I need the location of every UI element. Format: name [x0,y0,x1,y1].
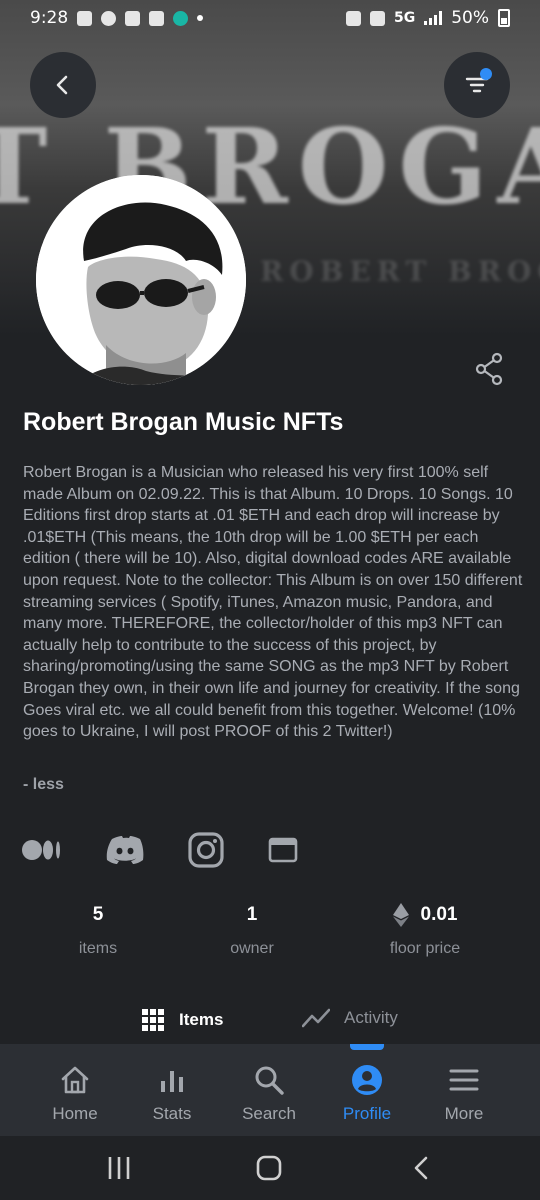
share-icon [475,352,503,386]
tab-items-label: Items [179,1010,224,1029]
owners-count: 1 [246,904,258,925]
avatar [36,175,246,385]
nav-more[interactable]: More [414,1062,514,1124]
share-button[interactable] [474,352,504,386]
battery-percent: 50% [451,8,489,28]
back-system-button[interactable] [406,1152,436,1184]
grid-icon [142,1009,164,1031]
active-tab-indicator [350,1044,384,1050]
app-notif-icon [173,10,189,26]
nav-profile-label: Profile [342,1104,392,1123]
page-title: Robert Brogan Music NFTs [23,408,344,436]
collection-stats: 5 items 1 owner 0.01 floor price [0,900,540,970]
filter-button[interactable] [444,52,510,118]
battery-icon [498,9,510,27]
nav-more-label: More [444,1104,484,1123]
menu-icon [449,1069,479,1091]
show-less-link[interactable]: - less [23,776,64,794]
home-system-button[interactable] [254,1152,284,1184]
items-label: items [78,940,118,957]
home-icon [61,1066,89,1094]
mute-icon [369,10,385,26]
floor-price-value: 0.01 [420,904,458,925]
chevron-left-icon [56,75,68,95]
owners-label: owner [230,940,274,957]
signal-icon [424,11,443,25]
discord-link[interactable] [106,830,144,870]
discord-icon [106,836,144,864]
system-navigation-bar [0,1136,540,1200]
nav-search[interactable]: Search [219,1062,319,1124]
profile-icon [352,1065,382,1095]
website-icon [268,837,298,863]
nav-profile[interactable]: Profile [317,1062,417,1124]
tab-items[interactable]: Items [141,1008,223,1032]
stat-owners: 1 owner [202,900,302,958]
avatar-photo [36,175,246,385]
floor-price-label: floor price [389,940,461,957]
nav-search-label: Search [242,1104,296,1123]
bottom-navigation: Home Stats Search Profile More [0,1044,540,1136]
back-chevron-icon [414,1156,428,1180]
nav-stats[interactable]: Stats [122,1062,222,1124]
back-button[interactable] [30,52,96,118]
tiktok-icon [125,10,141,26]
more-notifications-dot [197,15,204,21]
medium-icon [22,840,60,860]
tab-activity-label: Activity [344,1008,398,1027]
instagram-link[interactable] [188,830,224,870]
items-count: 5 [92,904,104,925]
stat-items: 5 items [48,900,148,958]
sync-icon [101,10,117,26]
nav-stats-label: Stats [152,1104,192,1123]
nav-home-label: Home [52,1104,98,1123]
recent-apps-button[interactable] [104,1152,134,1184]
ethereum-icon [392,903,409,927]
gamepad-icon [77,10,93,26]
network-label: 5G [393,10,416,26]
recent-apps-icon [108,1157,130,1179]
medium-link[interactable] [22,830,62,870]
social-links [22,830,298,870]
website-link[interactable] [268,830,298,870]
clock: 9:28 [30,8,69,28]
tab-activity[interactable]: Activity [302,1008,398,1028]
alarm-icon [345,10,361,26]
bar-chart-icon [161,1071,183,1092]
collection-description: Robert Brogan is a Musician who released… [23,464,523,741]
home-square-icon [256,1155,282,1181]
content-tabs: Items Activity [0,1000,540,1044]
activity-chart-icon [302,1008,330,1028]
status-bar: 9:28 5G 50% [0,0,540,36]
filter-badge [480,68,492,80]
instagram-icon [188,832,224,868]
nav-home[interactable]: Home [25,1062,125,1124]
search-icon [255,1066,284,1095]
stat-floor-price: 0.01 floor price [370,900,480,958]
banner-subtext: ROBERT BROGAN [260,255,540,288]
instagram-notif-icon [149,10,165,26]
